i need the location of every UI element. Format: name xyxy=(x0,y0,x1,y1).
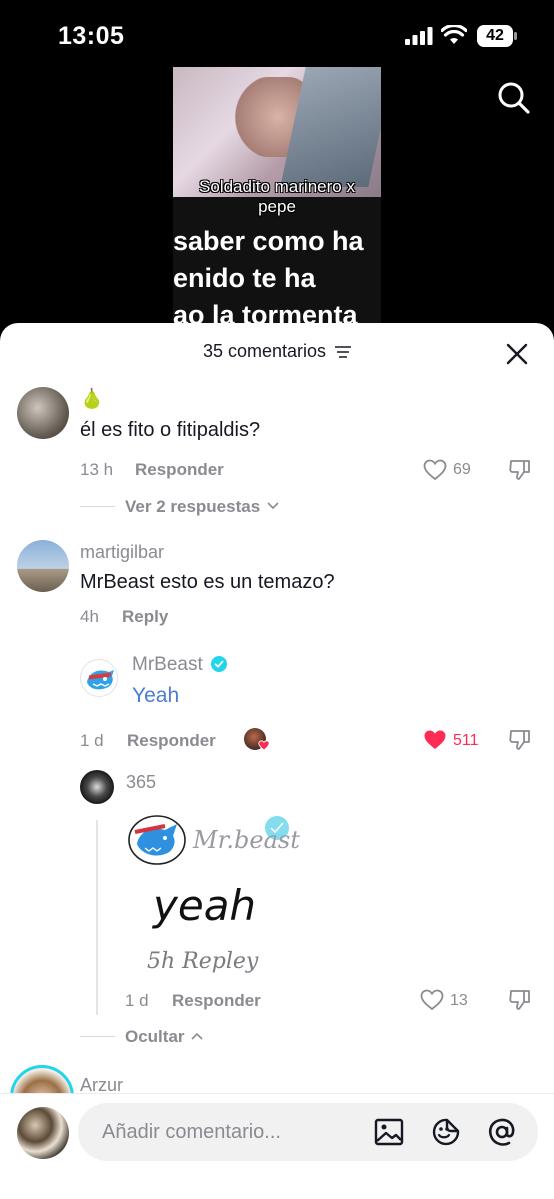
close-icon[interactable] xyxy=(505,342,529,366)
comments-header: 35 comentarios xyxy=(0,341,554,362)
comments-count: 35 comentarios xyxy=(202,341,327,361)
thread-line xyxy=(96,820,98,1015)
avatar[interactable] xyxy=(80,770,114,804)
sketch-author-text: Mr.beast xyxy=(192,826,300,854)
view-replies-label: Ver 2 respuestas xyxy=(125,497,261,516)
video-caption-lyrics: saber como ha enido te ha ao la tormenta xyxy=(173,226,364,330)
reply-author-name: MrBeast xyxy=(132,654,203,675)
heart-filled-icon[interactable] xyxy=(423,729,447,751)
dislike-icon[interactable] xyxy=(508,988,532,1012)
status-bar: 13:05 42 xyxy=(0,0,554,70)
chevron-up-icon xyxy=(191,1032,203,1040)
divider xyxy=(80,506,115,507)
chevron-down-icon xyxy=(267,502,279,510)
reply-author[interactable]: MrBeast xyxy=(132,654,228,676)
video-player[interactable]: Soldadito marinero x pepe saber como ha … xyxy=(173,67,381,337)
creator-heart-icon xyxy=(258,740,270,751)
like-count: 511 xyxy=(453,732,479,749)
heart-icon[interactable] xyxy=(420,989,444,1011)
reply-text: Yeah xyxy=(132,684,180,707)
sketch-meta-text: 5h Repley xyxy=(147,949,259,974)
search-icon[interactable] xyxy=(497,81,531,115)
reply-button[interactable]: Responder xyxy=(172,991,261,1011)
cellular-signal-icon xyxy=(405,27,433,45)
comment-input-bar: Añadir comentario... xyxy=(0,1093,554,1199)
sketch-reply-text: yeah xyxy=(151,881,256,930)
comments-sheet: 35 comentarios 🍐 él es fito o fitipaldis… xyxy=(0,323,554,1199)
comment-time: 13 h xyxy=(80,460,114,479)
reply-button[interactable]: Responder xyxy=(135,460,224,480)
image-icon[interactable] xyxy=(373,1116,405,1148)
comment-author-emoji[interactable]: 🍐 xyxy=(80,387,104,411)
comment-input[interactable]: Añadir comentario... xyxy=(78,1103,538,1161)
mention-icon[interactable] xyxy=(486,1116,518,1148)
heart-icon[interactable] xyxy=(423,459,447,481)
comment-text: MrBeast esto es un temazo? xyxy=(80,571,335,593)
wifi-icon xyxy=(441,25,467,44)
comment-text: él es fito o fitipaldis? xyxy=(80,419,261,441)
handwritten-reply-image: Mr.beast yeah 5h Repley xyxy=(128,815,300,974)
divider xyxy=(80,1036,115,1037)
comment-time: 1 d xyxy=(125,991,149,1010)
my-avatar xyxy=(17,1107,69,1159)
verified-badge-icon xyxy=(211,656,228,672)
dislike-icon[interactable] xyxy=(508,458,532,482)
comment-input-placeholder: Añadir comentario... xyxy=(102,1121,281,1143)
status-time: 13:05 xyxy=(58,22,125,50)
comment-author[interactable]: martigilbar xyxy=(80,542,164,563)
avatar[interactable] xyxy=(80,659,118,697)
comment-time: 4h xyxy=(80,607,99,626)
sticker-emoji-icon[interactable] xyxy=(430,1116,462,1148)
dislike-icon[interactable] xyxy=(508,728,532,752)
like-count: 69 xyxy=(453,461,471,478)
like-count: 13 xyxy=(450,992,468,1009)
hide-replies-label: Ocultar xyxy=(125,1027,185,1046)
reply-button[interactable]: Responder xyxy=(127,731,216,751)
hide-replies-button[interactable]: Ocultar xyxy=(125,1027,203,1047)
view-replies-button[interactable]: Ver 2 respuestas xyxy=(125,497,279,517)
battery-level: 42 xyxy=(486,27,504,44)
comment-time: 1 d xyxy=(80,731,104,750)
avatar[interactable] xyxy=(17,387,69,439)
reply-author[interactable]: 365 xyxy=(126,772,156,793)
video-caption-small: Soldadito marinero x pepe xyxy=(199,177,355,216)
mrbeast-logo-icon xyxy=(87,670,114,690)
sort-filter-icon[interactable] xyxy=(335,346,352,359)
avatar[interactable] xyxy=(17,540,69,592)
reply-button[interactable]: Reply xyxy=(122,607,168,627)
